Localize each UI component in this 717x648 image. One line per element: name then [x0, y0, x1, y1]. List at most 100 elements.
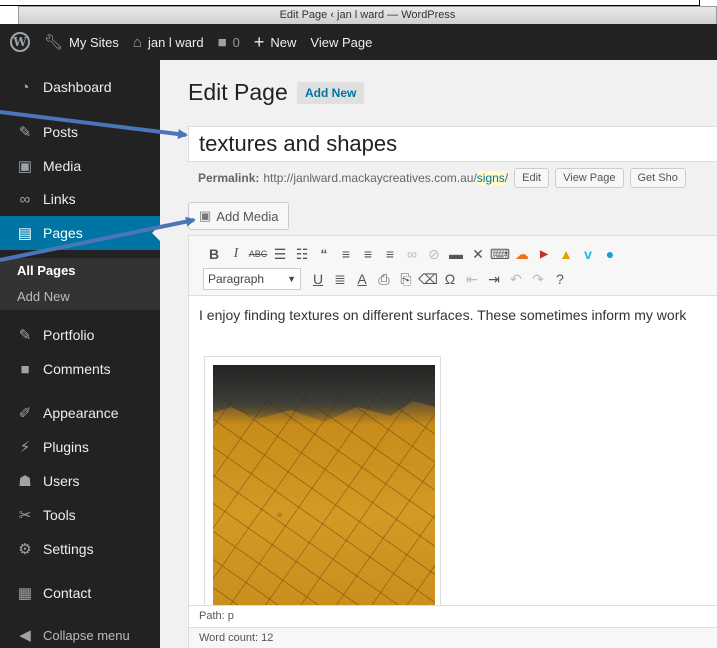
pin-icon: ✎ [18, 124, 32, 141]
view-page-label: View Page [310, 34, 373, 50]
editor-toolbar: B I ABC ☰ ☷ “ ≡ ≡ ≡ ∞ ⊘ ▬ ✕ ⌨ ☁ ▶ ▲ v ● [189, 236, 717, 296]
justify-icon[interactable]: ≣ [329, 271, 351, 288]
sidebar-item-label: Comments [43, 361, 111, 377]
sidebar-item-appearance[interactable]: ✐ Appearance [0, 396, 160, 430]
underline-icon[interactable]: U [307, 271, 329, 287]
media-icon: ▣ [199, 208, 212, 223]
pages-icon: ▤ [17, 225, 33, 242]
warning-icon[interactable]: ▲ [555, 246, 577, 262]
toolbar-more-icon[interactable]: ● [599, 246, 621, 262]
content-image[interactable] [204, 356, 441, 606]
unlink-icon[interactable]: ⊘ [423, 246, 445, 263]
active-menu-arrow [152, 225, 160, 241]
sidebar-item-label: Collapse menu [43, 627, 130, 643]
content-editor: B I ABC ☰ ☷ “ ≡ ≡ ≡ ∞ ⊘ ▬ ✕ ⌨ ☁ ▶ ▲ v ● [188, 235, 717, 648]
sidebar-item-comments[interactable]: ■ Comments [0, 352, 160, 386]
sidebar-item-label: Links [43, 191, 76, 207]
help-icon[interactable]: ? [549, 271, 571, 287]
sidebar-item-plugins[interactable]: ⚡︎ Plugins [0, 430, 160, 464]
sidebar-item-label: Settings [43, 541, 94, 557]
edit-permalink-button[interactable]: Edit [514, 168, 550, 188]
permalink-slug[interactable]: signs [476, 171, 505, 185]
chevron-down-icon: ▼ [287, 274, 296, 284]
plus-icon: + [253, 31, 265, 52]
add-new-button[interactable]: Add New [297, 82, 365, 104]
special-character-icon[interactable]: Ω [439, 271, 461, 287]
bullet-list-icon[interactable]: ☰ [269, 246, 291, 263]
undo-icon[interactable]: ↶ [505, 271, 527, 288]
text-color-icon[interactable]: A [351, 271, 373, 287]
permalink-label: Permalink: [198, 171, 260, 185]
new-label: New [270, 34, 297, 50]
sidebar-item-portfolio[interactable]: ✎ Portfolio [0, 318, 160, 352]
sidebar-item-label: Pages [43, 225, 83, 241]
more-tag-icon[interactable]: ▬ [445, 246, 467, 262]
new-content-menu[interactable]: + New [247, 24, 304, 60]
sidebar-item-label: Media [43, 158, 82, 174]
user-icon: ☗ [18, 473, 32, 490]
add-media-button[interactable]: ▣ Add Media [188, 202, 290, 230]
indent-icon[interactable]: ⇥ [483, 271, 505, 288]
my-sites-menu[interactable]: 🔧︎ My Sites [37, 24, 126, 60]
sidebar-item-label: Tools [43, 507, 76, 523]
view-page-button[interactable]: View Page [555, 168, 624, 188]
align-center-icon[interactable]: ≡ [357, 246, 379, 262]
sidebar-item-dashboard[interactable]: ◔ Dashboard [0, 70, 160, 104]
sidebar-item-label: Contact [43, 585, 92, 601]
permalink-base: http://janlward.mackaycreatives.com.au/ [263, 171, 477, 185]
numbered-list-icon[interactable]: ☷ [291, 246, 313, 263]
format-select[interactable]: Paragraph ▼ [203, 268, 301, 290]
strikethrough-icon[interactable]: ABC [247, 249, 269, 259]
word-count-bar: Word count: 12 [189, 627, 717, 648]
site-name-menu[interactable]: ⌂ jan l ward [126, 24, 211, 60]
soundcloud-icon[interactable]: ☁ [511, 246, 533, 263]
blockquote-icon[interactable]: “ [313, 246, 335, 262]
comments-menu[interactable]: ■ 0 [211, 24, 247, 60]
toolbar-row-2: Paragraph ▼ U ≣ A ⎙ ⎘ ⌫ Ω ⇤ ⇥ ↶ ↷ ? [203, 267, 571, 291]
fullscreen-icon[interactable]: ✕ [467, 246, 489, 263]
link-icon[interactable]: ∞ [401, 246, 423, 262]
wordpress-logo-button[interactable]: W [0, 24, 37, 60]
get-shortlink-button[interactable]: Get Sho [629, 168, 686, 188]
editor-content-text[interactable]: I enjoy finding textures on different su… [199, 307, 686, 323]
window-title: Edit Page ‹ jan l ward — WordPress [18, 6, 717, 24]
submenu-all-pages[interactable]: All Pages [0, 258, 160, 284]
main-content: Edit Page Add New textures and shapes Pe… [160, 60, 717, 648]
form-icon: ▦ [17, 585, 33, 602]
sidebar-item-settings[interactable]: ⚙ Settings [0, 532, 160, 566]
align-right-icon[interactable]: ≡ [379, 246, 401, 262]
sidebar-item-label: Appearance [43, 405, 119, 421]
sidebar-item-contact[interactable]: ▦ Contact [0, 576, 160, 610]
vimeo-icon[interactable]: v [577, 246, 599, 262]
sidebar-item-label: Users [43, 473, 80, 489]
plug-icon: ⚡︎ [19, 439, 31, 456]
align-left-icon[interactable]: ≡ [335, 246, 357, 262]
outdent-icon[interactable]: ⇤ [461, 271, 483, 288]
paste-word-icon[interactable]: ⎘ [395, 271, 417, 288]
clear-formatting-icon[interactable]: ⌫ [417, 271, 439, 288]
youtube-icon[interactable]: ▶ [533, 249, 555, 260]
redo-icon[interactable]: ↷ [527, 271, 549, 288]
sidebar-item-pages[interactable]: ▤ Pages [0, 216, 160, 250]
view-page-link[interactable]: View Page [303, 24, 379, 60]
sidebar-item-label: Dashboard [43, 79, 112, 95]
toolbar-row-1: B I ABC ☰ ☷ “ ≡ ≡ ≡ ∞ ⊘ ▬ ✕ ⌨ ☁ ▶ ▲ v ● [203, 242, 621, 266]
permalink-trail: / [504, 171, 509, 185]
sidebar-item-media[interactable]: ▣ Media [0, 149, 160, 183]
sidebar-item-posts[interactable]: ✎ Posts [0, 115, 160, 149]
sidebar-item-links[interactable]: ∞ Links [0, 182, 160, 216]
sidebar-item-label: Posts [43, 124, 79, 140]
post-title-input[interactable]: textures and shapes [188, 126, 717, 162]
sidebar-item-tools[interactable]: ✂ Tools [0, 498, 160, 532]
wordpress-logo-icon: W [10, 32, 30, 52]
comments-count: 0 [232, 34, 240, 50]
link-icon: ∞ [19, 190, 31, 208]
sidebar-item-users[interactable]: ☗ Users [0, 464, 160, 498]
keyboard-icon[interactable]: ⌨ [489, 246, 511, 263]
wrench-icon: ✂ [18, 507, 32, 524]
paste-text-icon[interactable]: ⎙ [373, 271, 395, 288]
bold-icon[interactable]: B [203, 246, 225, 262]
submenu-add-new[interactable]: Add New [0, 284, 160, 310]
collapse-menu-button[interactable]: ◀ Collapse menu [0, 618, 160, 648]
italic-icon[interactable]: I [225, 246, 247, 262]
